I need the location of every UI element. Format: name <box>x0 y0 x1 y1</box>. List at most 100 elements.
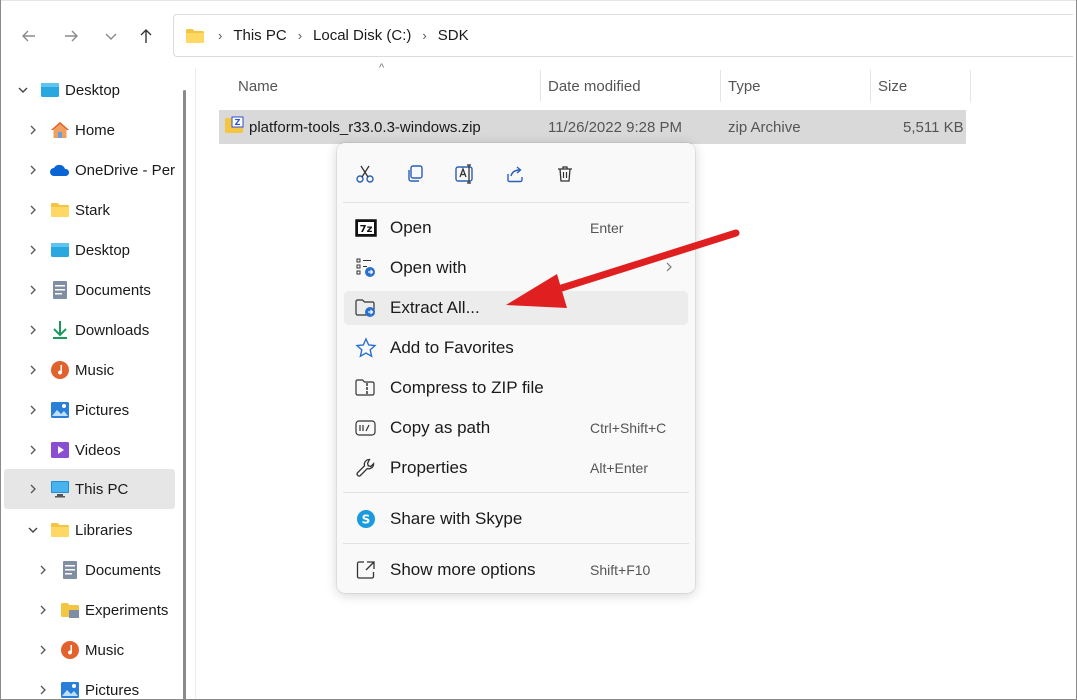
sidebar-item-desktop-root[interactable]: Desktop <box>4 70 175 110</box>
chevron-right-icon[interactable] <box>25 444 41 456</box>
breadcrumb-sdk[interactable]: SDK <box>438 27 469 44</box>
sidebar-item-home[interactable]: Home <box>4 110 175 150</box>
menu-item-add-to-favorites[interactable]: Add to Favorites <box>344 331 688 365</box>
delete-button[interactable] <box>550 159 580 189</box>
chevron-right-icon[interactable] <box>35 644 51 656</box>
column-divider[interactable] <box>870 70 871 102</box>
sidebar-item-onedrive[interactable]: OneDrive - Per <box>4 150 175 190</box>
sidebar-item-music[interactable]: Music <box>4 350 175 390</box>
copy-button[interactable] <box>400 159 430 189</box>
sidebar-item-videos[interactable]: Videos <box>4 430 175 470</box>
column-header-date-modified[interactable]: Date modified <box>548 70 641 102</box>
sidebar-item-stark[interactable]: Stark <box>4 190 175 230</box>
delete-icon <box>558 166 572 182</box>
sidebar-item-documents[interactable]: Documents <box>4 270 175 310</box>
rename-button[interactable] <box>450 159 480 189</box>
chevron-right-icon[interactable] <box>25 364 41 376</box>
menu-item-show-more-options[interactable]: Show more options Shift+F10 <box>344 553 688 587</box>
breadcrumb-local-disk[interactable]: Local Disk (C:) <box>313 27 411 44</box>
chevron-down-icon[interactable] <box>15 84 31 96</box>
sidebar-item-label: OneDrive - Per <box>75 161 175 179</box>
chevron-right-icon[interactable] <box>35 564 51 576</box>
sidebar-scrollbar[interactable] <box>183 90 186 699</box>
menu-item-label: Properties <box>390 458 468 477</box>
sidebar-item-label: Music <box>75 361 115 379</box>
menu-separator <box>343 202 689 203</box>
music-icon <box>59 641 81 659</box>
sort-ascending-icon: ^ <box>379 62 385 74</box>
folder-icon <box>59 601 81 619</box>
menu-item-label: Extract All... <box>390 298 480 317</box>
menu-item-label: Add to Favorites <box>390 338 514 357</box>
address-bar[interactable]: › This PC › Local Disk (C:) › SDK <box>173 14 1073 57</box>
file-size: 5,511 KB <box>903 119 964 136</box>
column-divider[interactable] <box>540 70 541 102</box>
chevron-right-icon[interactable] <box>35 604 51 616</box>
chevron-right-icon[interactable] <box>35 684 51 696</box>
sidebar-item-lib-experiments[interactable]: Experiments <box>4 590 175 630</box>
back-button[interactable] <box>15 22 43 50</box>
music-icon <box>49 361 71 379</box>
chevron-right-icon[interactable] <box>25 204 41 216</box>
chevron-right-icon[interactable] <box>25 404 41 416</box>
sidebar-item-this-pc[interactable]: This PC <box>4 469 175 509</box>
chevron-right-icon[interactable] <box>25 244 41 256</box>
cloud-icon <box>49 161 71 179</box>
column-header-size[interactable]: Size <box>878 70 907 102</box>
sidebar-item-pictures[interactable]: Pictures <box>4 390 175 430</box>
sidebar-item-label: Pictures <box>85 681 140 699</box>
sidebar-item-downloads[interactable]: Downloads <box>4 310 175 350</box>
column-header-type[interactable]: Type <box>728 70 761 102</box>
menu-item-compress-zip[interactable]: Compress to ZIP file <box>344 371 688 405</box>
pane-divider[interactable] <box>195 68 196 699</box>
menu-item-copy-as-path[interactable]: Copy as path Ctrl+Shift+C <box>344 411 688 445</box>
menu-item-extract-all[interactable]: Extract All... <box>344 291 688 325</box>
open-with-icon <box>355 257 377 279</box>
breadcrumb-separator: › <box>218 28 223 43</box>
chevron-right-icon[interactable] <box>25 124 41 136</box>
chevron-right-icon[interactable] <box>25 164 41 176</box>
sidebar-item-lib-pictures[interactable]: Pictures <box>4 670 175 699</box>
recent-locations-button[interactable] <box>97 22 125 50</box>
cut-button[interactable] <box>350 159 380 189</box>
sidebar-item-libraries[interactable]: Libraries <box>4 510 175 550</box>
zip-file-icon: Z <box>224 116 244 140</box>
column-divider[interactable] <box>720 70 721 102</box>
menu-item-open[interactable]: 7z Open Enter <box>344 211 688 245</box>
computer-icon <box>49 480 71 498</box>
chevron-down-icon[interactable] <box>25 524 41 536</box>
forward-button[interactable] <box>57 22 85 50</box>
sidebar-item-label: Home <box>75 121 116 139</box>
column-divider[interactable] <box>970 70 971 102</box>
7zip-icon: 7z <box>355 217 377 239</box>
menu-item-label: Open <box>390 218 432 237</box>
share-button[interactable] <box>500 159 530 189</box>
sidebar-item-lib-documents[interactable]: Documents <box>4 550 175 590</box>
menu-item-share-with-skype[interactable]: S Share with Skype <box>344 502 688 536</box>
menu-item-open-with[interactable]: Open with <box>344 251 688 285</box>
cut-icon <box>356 165 374 183</box>
chevron-right-icon[interactable] <box>25 284 41 296</box>
more-options-icon <box>355 559 377 581</box>
file-row[interactable]: Z platform-tools_r33.0.3-windows.zip 11/… <box>219 110 966 144</box>
sidebar-item-lib-music[interactable]: Music <box>4 630 175 670</box>
arrow-right-icon <box>65 30 78 42</box>
chevron-right-icon[interactable] <box>25 483 41 495</box>
arrow-up-icon <box>140 29 152 43</box>
sidebar-item-label: Experiments <box>85 601 169 619</box>
sidebar-item-label: This PC <box>75 480 129 498</box>
breadcrumb-this-pc[interactable]: This PC <box>233 27 286 44</box>
up-button[interactable] <box>132 22 160 50</box>
chevron-down-icon <box>105 33 117 40</box>
wrench-icon <box>355 457 377 479</box>
menu-item-shortcut: Ctrl+Shift+C <box>590 420 667 436</box>
svg-text:S: S <box>362 513 371 527</box>
desktop-icon <box>49 241 71 259</box>
sidebar-item-desktop[interactable]: Desktop <box>4 230 175 270</box>
zip-folder-icon <box>355 377 377 399</box>
menu-item-label: Compress to ZIP file <box>390 378 544 397</box>
file-name: platform-tools_r33.0.3-windows.zip <box>249 119 481 136</box>
chevron-right-icon[interactable] <box>25 324 41 336</box>
column-header-name[interactable]: Name <box>238 70 278 102</box>
menu-item-properties[interactable]: Properties Alt+Enter <box>344 451 688 485</box>
